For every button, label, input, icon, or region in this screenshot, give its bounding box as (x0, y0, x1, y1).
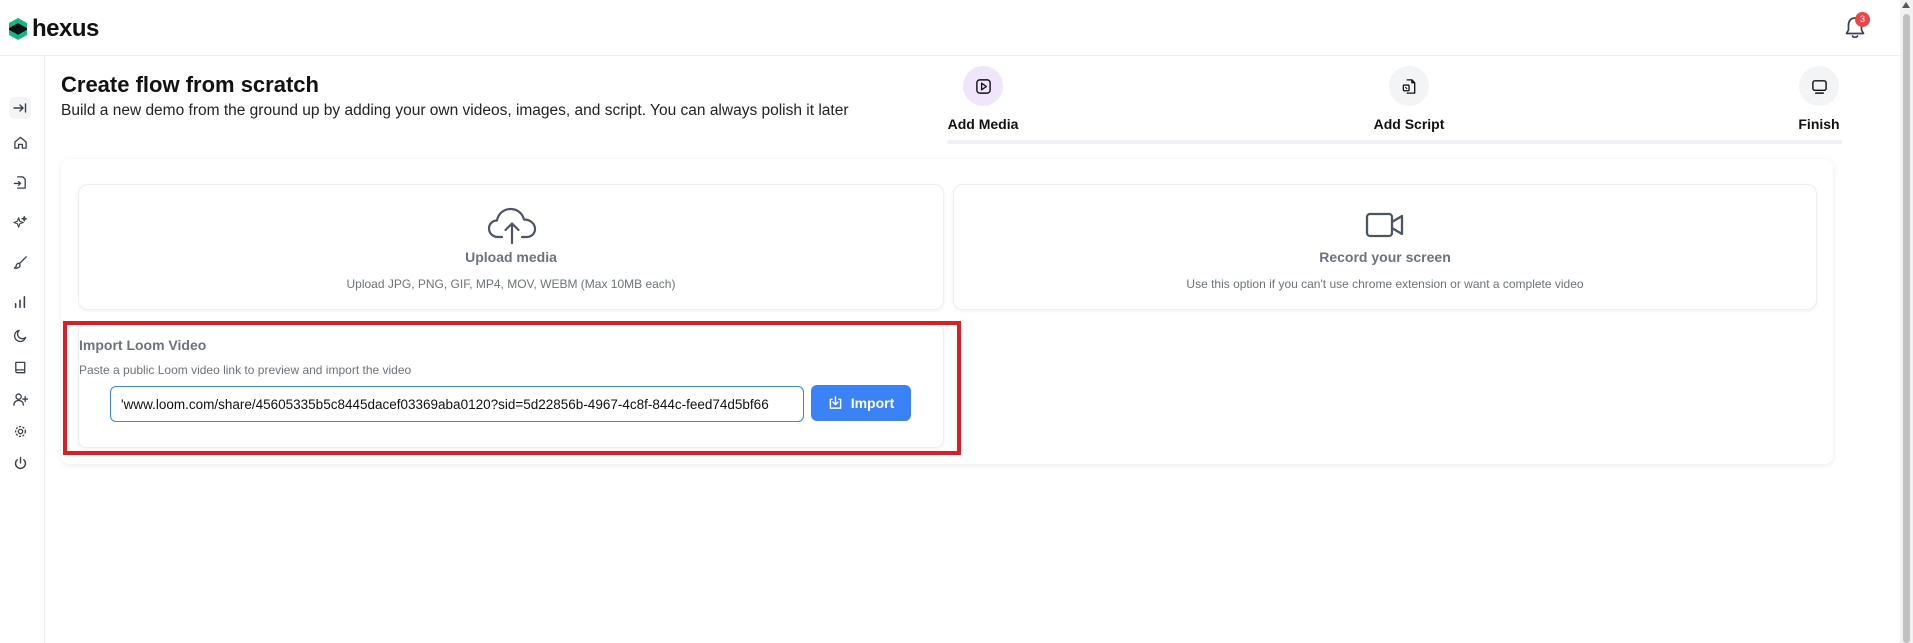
upload-media-title: Upload media (465, 249, 557, 265)
cloud-upload-icon (487, 207, 537, 245)
expand-arrow-icon (13, 103, 27, 113)
play-square-icon (975, 78, 991, 94)
sidebar-item-home[interactable] (9, 131, 31, 153)
step-finish-icon-wrap (1799, 66, 1839, 106)
sidebar-item-invite[interactable] (9, 388, 31, 410)
video-camera-icon (1365, 212, 1404, 238)
moon-icon (13, 329, 26, 342)
upload-media-description: Upload JPG, PNG, GIF, MP4, MOV, WEBM (Ma… (346, 277, 676, 291)
notification-badge: 3 (1855, 12, 1870, 27)
sidebar-item-docs[interactable] (9, 356, 31, 378)
sidebar-item-theme[interactable] (9, 324, 31, 346)
home-icon (13, 136, 27, 149)
page-subtitle: Build a new demo from the ground up by a… (61, 102, 849, 119)
user-plus-icon (12, 392, 28, 406)
step-add-script[interactable]: Add Script (1373, 66, 1445, 132)
record-screen-title: Record your screen (1319, 249, 1451, 265)
page-scrollbar[interactable] (1900, 0, 1913, 643)
step-add-media-icon-wrap (963, 66, 1003, 106)
step-finish[interactable]: Finish (1795, 66, 1843, 132)
step-label: Finish (1798, 116, 1840, 132)
step-label: Add Media (947, 116, 1019, 132)
sidebar-expand-button[interactable] (9, 97, 31, 119)
sidebar-item-logout[interactable] (9, 452, 31, 474)
highlight-box (63, 321, 961, 455)
top-bar: hexus 3 (0, 0, 1900, 56)
monitor-icon (1811, 79, 1827, 94)
gear-icon (14, 425, 26, 437)
sidebar-item-design[interactable] (9, 251, 31, 273)
app-name: hexus (32, 15, 99, 42)
bar-chart-icon (14, 295, 26, 309)
progress-track (947, 140, 1842, 144)
sidebar (0, 56, 45, 643)
sidebar-item-ai[interactable] (9, 211, 31, 233)
file-import-icon (13, 175, 26, 189)
record-screen-card[interactable]: Record your screen Use this option if yo… (953, 184, 1817, 310)
step-label: Add Script (1373, 116, 1445, 132)
sidebar-item-import[interactable] (9, 171, 31, 193)
scroll-up-arrow-icon[interactable] (1902, 2, 1910, 8)
sparkles-icon (12, 215, 27, 228)
sidebar-item-analytics[interactable] (9, 291, 31, 313)
progress-stepper: Add Media Add Script Finish (947, 66, 1842, 146)
hexus-logo[interactable]: hexus (6, 15, 99, 43)
record-screen-description: Use this option if you can't use chrome … (1186, 277, 1584, 291)
script-file-icon (1402, 78, 1415, 94)
power-icon (14, 456, 26, 469)
scrollbar-thumb[interactable] (1903, 14, 1910, 643)
upload-media-card[interactable]: Upload media Upload JPG, PNG, GIF, MP4, … (78, 184, 944, 310)
page-title: Create flow from scratch (61, 72, 319, 97)
hexus-logo-icon (9, 18, 27, 40)
sidebar-item-settings[interactable] (9, 420, 31, 442)
book-icon (14, 361, 25, 373)
step-add-script-icon-wrap (1389, 66, 1429, 106)
brush-icon (13, 255, 27, 269)
step-add-media[interactable]: Add Media (947, 66, 1019, 132)
